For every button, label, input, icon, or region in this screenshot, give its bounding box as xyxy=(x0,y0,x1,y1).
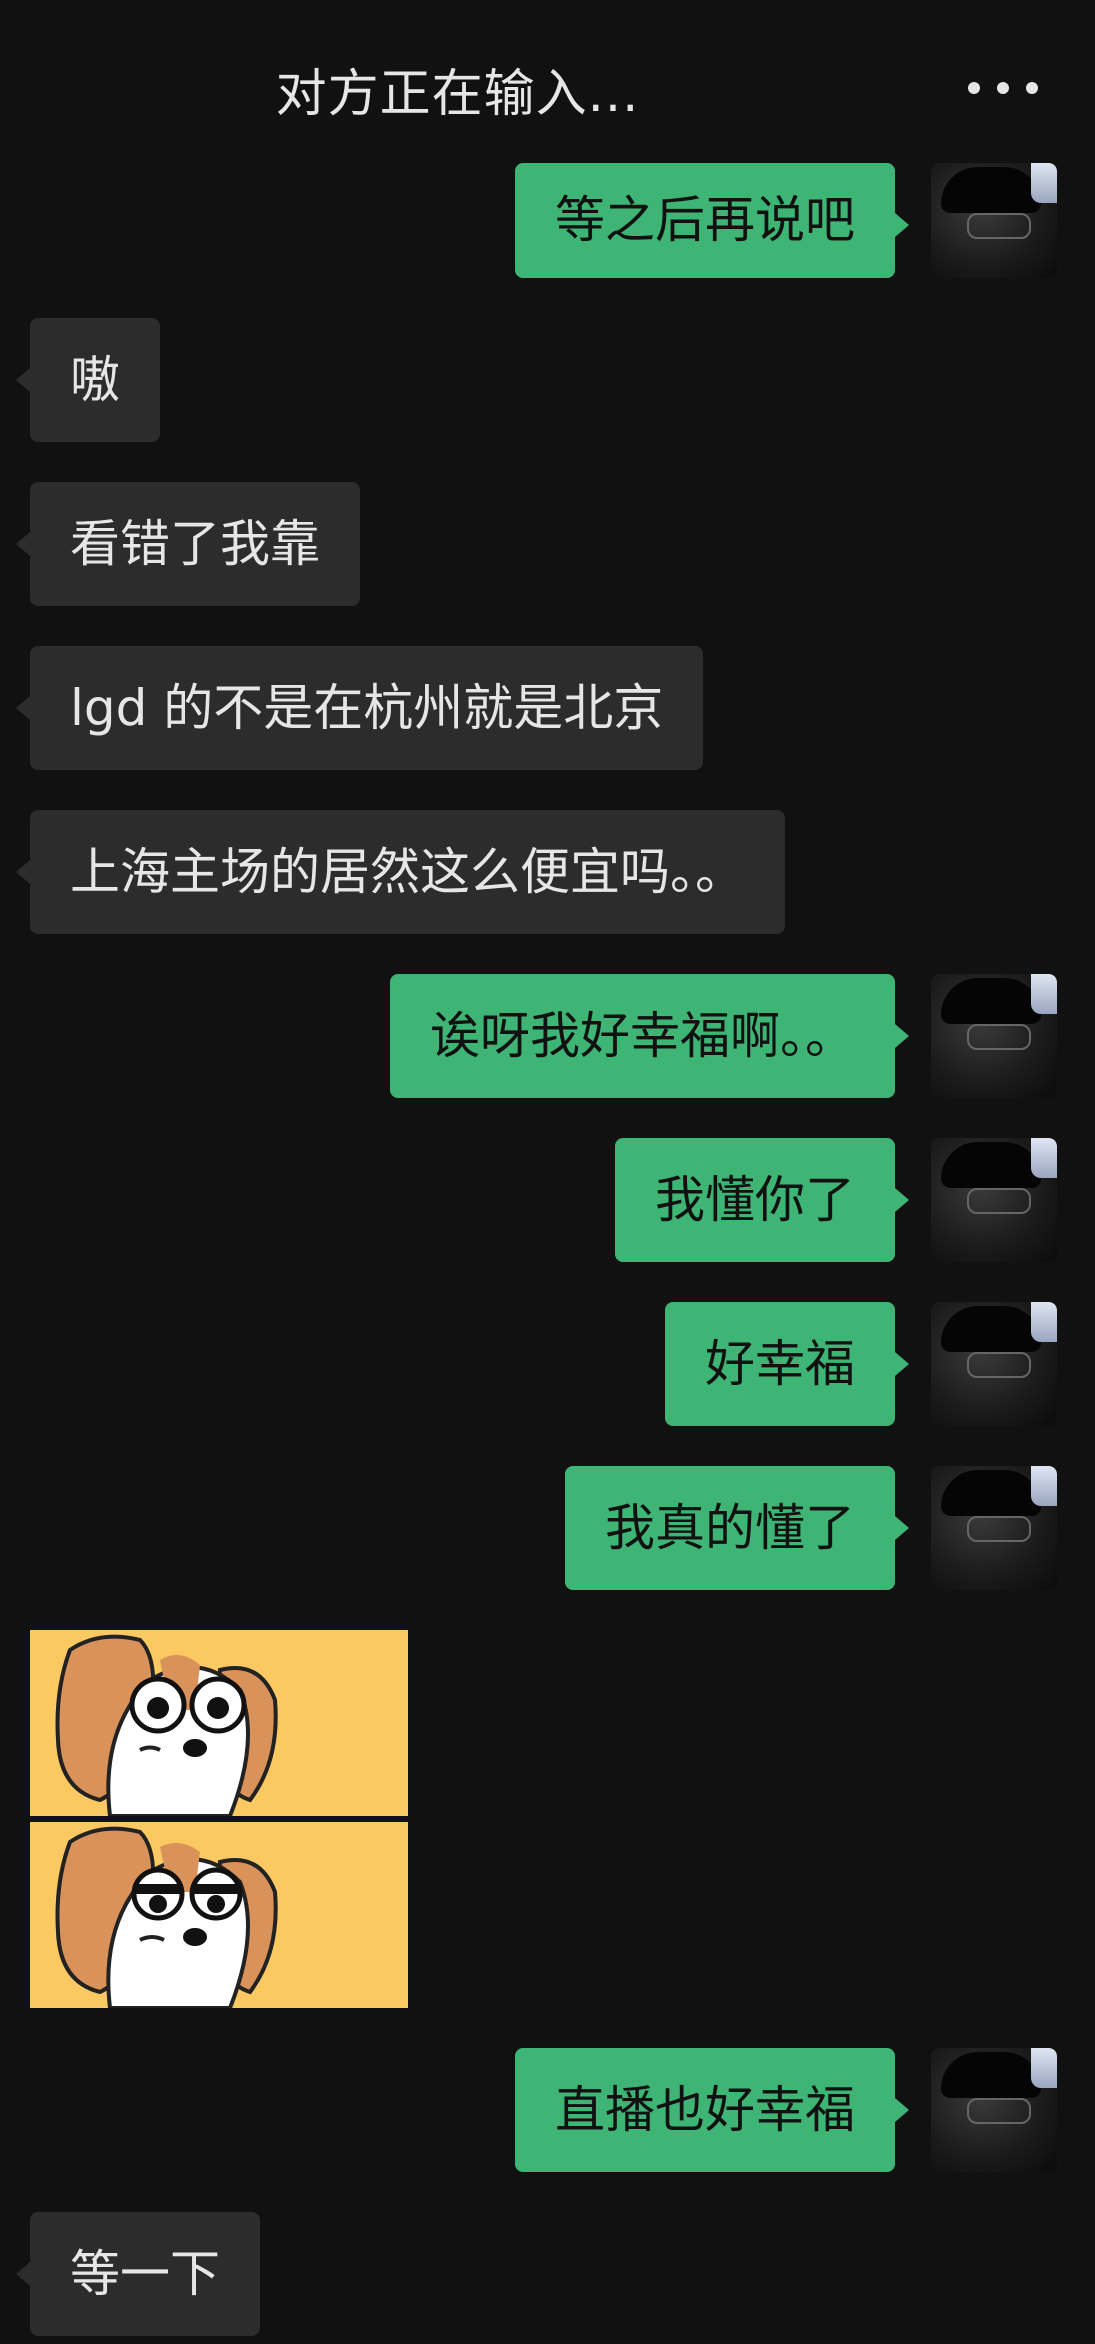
my-avatar[interactable] xyxy=(931,163,1057,278)
incoming-message-bubble[interactable]: 嗷 xyxy=(16,318,160,442)
dog-meme-sticker[interactable] xyxy=(30,1630,408,2008)
sticker-panel-bottom xyxy=(30,1822,408,2008)
incoming-message-bubble[interactable]: lgd 的不是在杭州就是北京 xyxy=(15,646,704,770)
my-avatar[interactable] xyxy=(931,1466,1057,1590)
my-avatar[interactable] xyxy=(931,974,1057,1098)
incoming-message-bubble[interactable]: 上海主场的居然这么便宜吗。。 xyxy=(16,810,785,934)
more-dots-icon[interactable] xyxy=(968,68,1038,108)
dog-face-icon xyxy=(55,1634,278,1816)
my-avatar[interactable] xyxy=(931,2048,1057,2172)
my-avatar[interactable] xyxy=(931,1138,1057,1262)
outgoing-message-bubble[interactable]: 好幸福 xyxy=(665,1302,909,1426)
outgoing-message-bubble[interactable]: 我懂你了 xyxy=(615,1138,909,1262)
outgoing-message-bubble[interactable]: 等之后再说吧 xyxy=(515,163,909,278)
chat-title: 对方正在输入... xyxy=(275,65,640,124)
outgoing-message-bubble[interactable]: 诶呀我好幸福啊。。 xyxy=(390,974,909,1098)
incoming-message-bubble[interactable]: 等一下 xyxy=(16,2212,260,2336)
dog-skeptical-face-icon xyxy=(55,1826,278,2008)
outgoing-message-bubble[interactable]: 直播也好幸福 xyxy=(515,2048,909,2172)
outgoing-message-bubble[interactable]: 我真的懂了 xyxy=(565,1466,909,1590)
sticker-panel-top xyxy=(30,1630,408,1816)
my-avatar[interactable] xyxy=(931,1302,1057,1426)
chat-header: 对方正在输入... xyxy=(0,0,1095,160)
incoming-message-bubble[interactable]: 看错了我靠 xyxy=(16,482,360,606)
